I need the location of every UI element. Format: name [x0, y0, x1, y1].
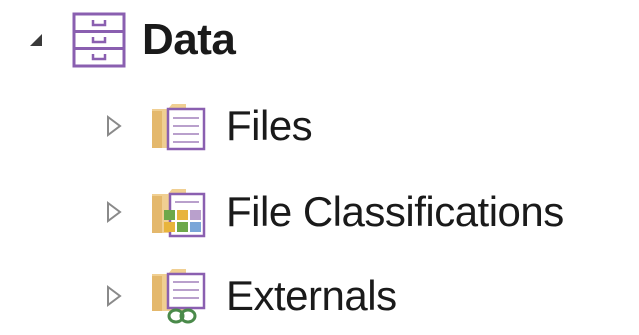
tree-node-externals[interactable]: Externals [100, 266, 397, 326]
data-tree: Data Files File Classifications External… [0, 0, 639, 335]
expanded-triangle-icon[interactable] [22, 20, 50, 60]
cabinet-drawers-icon [70, 11, 128, 69]
collapsed-triangle-icon[interactable] [100, 106, 128, 146]
folder-document-icon [150, 99, 212, 153]
tree-node-label: Externals [226, 272, 397, 319]
folder-classification-icon [150, 184, 212, 240]
tree-node-files[interactable]: Files [100, 96, 313, 156]
tree-node-label: Data [142, 15, 236, 64]
tree-node-file-classifications[interactable]: File Classifications [100, 182, 564, 242]
tree-node-label: Files [226, 102, 313, 149]
collapsed-triangle-icon[interactable] [100, 276, 128, 316]
folder-link-icon [150, 266, 212, 326]
collapsed-triangle-icon[interactable] [100, 192, 128, 232]
tree-node-label: File Classifications [226, 188, 564, 235]
tree-node-data[interactable]: Data [22, 10, 236, 70]
